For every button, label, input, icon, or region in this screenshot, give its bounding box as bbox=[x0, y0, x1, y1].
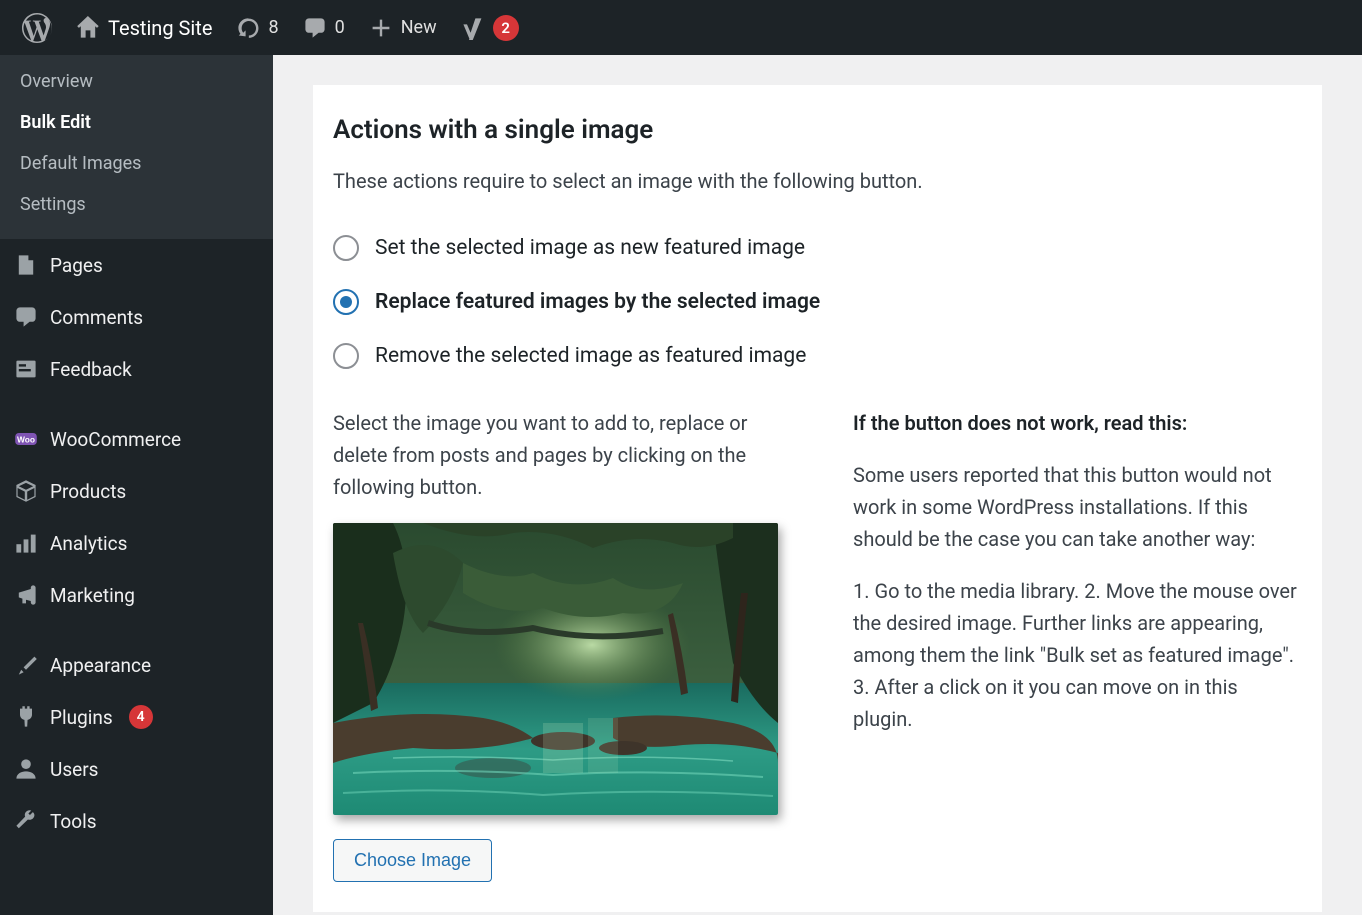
adminbar-new[interactable]: New bbox=[357, 0, 449, 55]
radio-label: Set the selected image as new featured i… bbox=[375, 236, 805, 260]
sidebar-label: Analytics bbox=[50, 532, 127, 555]
comments-count: 0 bbox=[335, 17, 345, 38]
radio-label: Remove the selected image as featured im… bbox=[375, 344, 806, 368]
submenu-bulk-edit[interactable]: Bulk Edit bbox=[0, 102, 273, 143]
yoast-icon bbox=[461, 16, 485, 40]
choose-image-button[interactable]: Choose Image bbox=[333, 839, 492, 882]
section-intro: These actions require to select an image… bbox=[333, 169, 1302, 193]
sidebar-label: Feedback bbox=[50, 358, 132, 381]
brush-icon bbox=[14, 653, 38, 677]
plus-icon bbox=[369, 16, 393, 40]
wrench-icon bbox=[14, 809, 38, 833]
submenu-settings[interactable]: Settings bbox=[0, 184, 273, 225]
plugins-badge: 4 bbox=[129, 705, 153, 729]
plug-icon bbox=[14, 705, 38, 729]
sidebar-item-appearance[interactable]: Appearance bbox=[0, 639, 273, 691]
box-icon bbox=[14, 479, 38, 503]
select-image-text: Select the image you want to add to, rep… bbox=[333, 407, 793, 503]
radio-remove-featured[interactable]: Remove the selected image as featured im… bbox=[333, 329, 1302, 383]
sidebar-item-products[interactable]: Products bbox=[0, 465, 273, 517]
sidebar-item-comments[interactable]: Comments bbox=[0, 291, 273, 343]
home-icon bbox=[76, 16, 100, 40]
image-preview bbox=[333, 523, 778, 815]
admin-toolbar: Testing Site 8 0 New 2 bbox=[0, 0, 1362, 55]
update-icon bbox=[236, 16, 260, 40]
content-area: Actions with a single image These action… bbox=[273, 55, 1362, 915]
sidebar-label: Marketing bbox=[50, 584, 135, 607]
sidebar-item-tools[interactable]: Tools bbox=[0, 795, 273, 847]
sidebar-submenu: Overview Bulk Edit Default Images Settin… bbox=[0, 55, 273, 239]
sidebar-item-feedback[interactable]: Feedback bbox=[0, 343, 273, 395]
sidebar-item-users[interactable]: Users bbox=[0, 743, 273, 795]
left-column: Select the image you want to add to, rep… bbox=[333, 407, 793, 882]
admin-sidebar: Overview Bulk Edit Default Images Settin… bbox=[0, 55, 273, 915]
sidebar-item-analytics[interactable]: Analytics bbox=[0, 517, 273, 569]
sidebar-label: Users bbox=[50, 758, 98, 781]
sidebar-item-marketing[interactable]: Marketing bbox=[0, 569, 273, 621]
adminbar-yoast[interactable]: 2 bbox=[449, 0, 531, 55]
right-column: If the button does not work, read this: … bbox=[853, 407, 1302, 882]
section-title: Actions with a single image bbox=[333, 115, 1302, 145]
sidebar-label: WooCommerce bbox=[50, 428, 181, 451]
comment-icon bbox=[303, 16, 327, 40]
new-label: New bbox=[401, 17, 437, 38]
radio-set-featured[interactable]: Set the selected image as new featured i… bbox=[333, 221, 1302, 275]
submenu-default-images[interactable]: Default Images bbox=[0, 143, 273, 184]
site-name-label: Testing Site bbox=[108, 16, 212, 40]
adminbar-site-name[interactable]: Testing Site bbox=[64, 0, 224, 55]
wp-logo[interactable] bbox=[10, 0, 64, 55]
sidebar-label: Tools bbox=[50, 810, 97, 833]
sidebar-label: Appearance bbox=[50, 654, 151, 677]
updates-count: 8 bbox=[268, 17, 278, 38]
content-margin bbox=[1322, 85, 1362, 915]
sidebar-item-pages[interactable]: Pages bbox=[0, 239, 273, 291]
sidebar-item-woocommerce[interactable]: Woo WooCommerce bbox=[0, 413, 273, 465]
help-heading: If the button does not work, read this: bbox=[853, 407, 1302, 439]
svg-text:Woo: Woo bbox=[17, 435, 35, 445]
adminbar-updates[interactable]: 8 bbox=[224, 0, 290, 55]
yoast-badge: 2 bbox=[493, 15, 519, 41]
submenu-overview[interactable]: Overview bbox=[0, 61, 273, 102]
sidebar-label: Products bbox=[50, 480, 126, 503]
radio-icon bbox=[333, 343, 359, 369]
page-icon bbox=[14, 253, 38, 277]
help-paragraph-1: Some users reported that this button wou… bbox=[853, 459, 1302, 555]
sidebar-item-plugins[interactable]: Plugins 4 bbox=[0, 691, 273, 743]
radio-icon bbox=[333, 289, 359, 315]
radio-replace-featured[interactable]: Replace featured images by the selected … bbox=[333, 275, 1302, 329]
adminbar-comments[interactable]: 0 bbox=[291, 0, 357, 55]
chart-icon bbox=[14, 531, 38, 555]
radio-icon bbox=[333, 235, 359, 261]
radio-label: Replace featured images by the selected … bbox=[375, 290, 820, 314]
sidebar-label: Comments bbox=[50, 306, 143, 329]
woo-icon: Woo bbox=[14, 427, 38, 451]
comment-icon bbox=[14, 305, 38, 329]
megaphone-icon bbox=[14, 583, 38, 607]
help-paragraph-2: 1. Go to the media library. 2. Move the … bbox=[853, 575, 1302, 735]
sidebar-label: Plugins bbox=[50, 706, 113, 729]
feedback-icon bbox=[14, 357, 38, 381]
user-icon bbox=[14, 757, 38, 781]
sidebar-label: Pages bbox=[50, 254, 103, 277]
